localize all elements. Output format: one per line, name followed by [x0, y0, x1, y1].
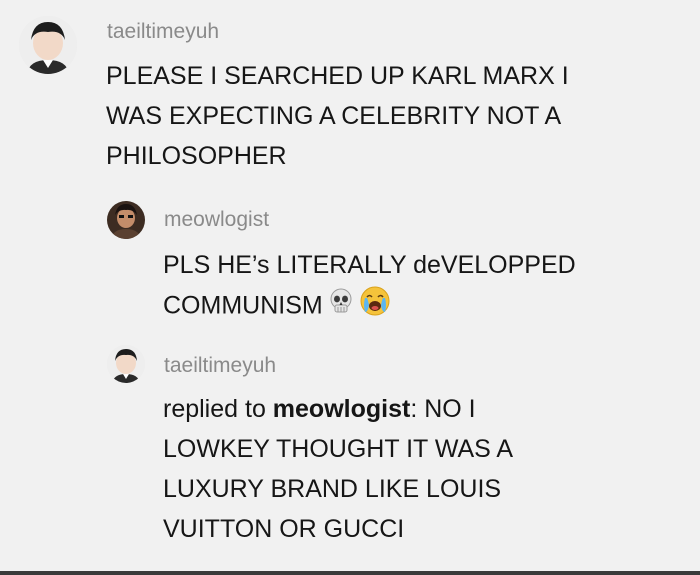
username[interactable]: meowlogist: [164, 208, 269, 232]
bottom-border: [0, 571, 700, 575]
comment-1: taeiltimeyuh PLEASE I SEARCHED UP KARL M…: [0, 0, 700, 190]
username[interactable]: taeiltimeyuh: [107, 20, 219, 44]
avatar-meowlogist[interactable]: [107, 201, 145, 239]
reply-to-link[interactable]: meowlogist: [273, 395, 411, 423]
comment-text: PLS HE’s LITERALLY deVELOPPED COMMUNISM: [163, 245, 576, 329]
comment-line: VUITTON OR GUCCI: [163, 515, 405, 543]
comment-line: COMMUNISM: [163, 285, 576, 329]
username[interactable]: taeiltimeyuh: [164, 354, 276, 378]
comment-line-text: COMMUNISM: [163, 291, 323, 320]
comment-text: replied to meowlogist: NO I LOWKEY THOUG…: [163, 389, 513, 549]
comment-line: PLEASE I SEARCHED UP KARL MARX I: [106, 62, 569, 90]
comment-line: LOWKEY THOUGHT IT WAS A: [163, 435, 514, 463]
comment-line: PLS HE’s LITERALLY deVELOPPED: [163, 251, 576, 279]
comment-line: WAS EXPECTING A CELEBRITY NOT A: [106, 102, 562, 130]
reply-prefix: replied to: [163, 395, 273, 423]
avatar-taeiltimeyuh[interactable]: [107, 345, 145, 383]
comment-3: taeiltimeyuh replied to meowlogist: NO I…: [0, 340, 700, 571]
avatar-image: [19, 16, 77, 74]
avatar-taeiltimeyuh[interactable]: [19, 16, 77, 74]
crying-face-icon: [359, 285, 391, 329]
comment-line: replied to meowlogist: NO I: [163, 389, 513, 429]
avatar-image: [107, 201, 145, 239]
comment-line: PHILOSOPHER: [106, 142, 287, 170]
reply-rest: : NO I: [410, 395, 476, 423]
comment-text: PLEASE I SEARCHED UP KARL MARX I WAS EXP…: [106, 56, 569, 176]
comment-2: meowlogist PLS HE’s LITERALLY deVELOPPED…: [0, 190, 700, 340]
skull-icon: [327, 287, 355, 327]
avatar-image: [107, 345, 145, 383]
comment-line: LUXURY BRAND LIKE LOUIS: [163, 475, 502, 503]
